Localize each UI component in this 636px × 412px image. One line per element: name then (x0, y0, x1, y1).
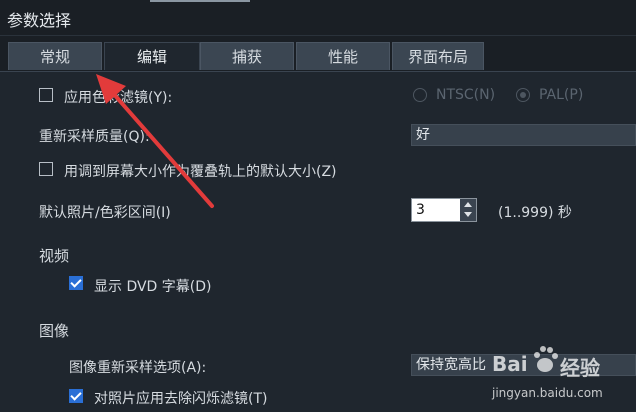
title-bar: 参数选择 (0, 0, 636, 36)
ntsc-label: NTSC(N) (436, 87, 496, 103)
fit-overlay-checkbox[interactable] (39, 162, 53, 176)
video-section-heading: 视频 (39, 247, 70, 265)
default-duration-stepper[interactable] (460, 199, 476, 221)
window-title: 参数选择 (7, 11, 72, 30)
image-resample-label: 图像重新采样选项(A): (69, 360, 207, 376)
ntsc-radio[interactable] (413, 88, 427, 102)
pal-label: PAL(P) (539, 87, 584, 103)
resample-quality-select[interactable]: 好 (411, 124, 636, 146)
tab-bar: 常规 编辑 捕获 性能 界面布局 (0, 36, 636, 72)
baidu-watermark: Bai 经验 jingyan.baidu.com (486, 334, 636, 412)
flicker-filter-checkbox[interactable] (69, 389, 83, 403)
fit-overlay-label: 用调到屏幕大小作为覆叠轨上的默认大小(Z) (64, 164, 337, 180)
color-filter-label: 应用色彩滤镜(Y): (64, 90, 173, 106)
show-dvd-subtitle-checkbox[interactable] (69, 276, 83, 290)
watermark-brand: Bai (492, 352, 528, 376)
tab-performance[interactable]: 性能 (296, 42, 390, 70)
watermark-brand2: 经验 (560, 356, 600, 380)
stepper-down-icon[interactable] (464, 212, 472, 217)
tab-capture[interactable]: 捕获 (200, 42, 294, 70)
default-duration-range: (1..999) 秒 (498, 205, 572, 221)
paw-logo-icon (532, 344, 558, 376)
stepper-up-icon[interactable] (464, 202, 472, 207)
tab-layout[interactable]: 界面布局 (392, 42, 484, 70)
pal-radio[interactable] (516, 88, 530, 102)
resample-quality-label: 重新采样质量(Q): (39, 129, 150, 145)
tab-general[interactable]: 常规 (8, 42, 102, 70)
default-duration-label: 默认照片/色彩区间(I) (39, 205, 171, 221)
show-dvd-subtitle-label: 显示 DVD 字幕(D) (94, 279, 212, 295)
color-filter-checkbox[interactable] (39, 88, 53, 102)
image-section-heading: 图像 (39, 322, 70, 340)
tab-edit[interactable]: 编辑 (104, 42, 200, 70)
watermark-url: jingyan.baidu.com (492, 386, 603, 400)
tab-divider (0, 71, 636, 72)
title-bar-highlight (150, 0, 250, 2)
flicker-filter-label: 对照片应用去除闪烁滤镜(T) (94, 391, 268, 407)
